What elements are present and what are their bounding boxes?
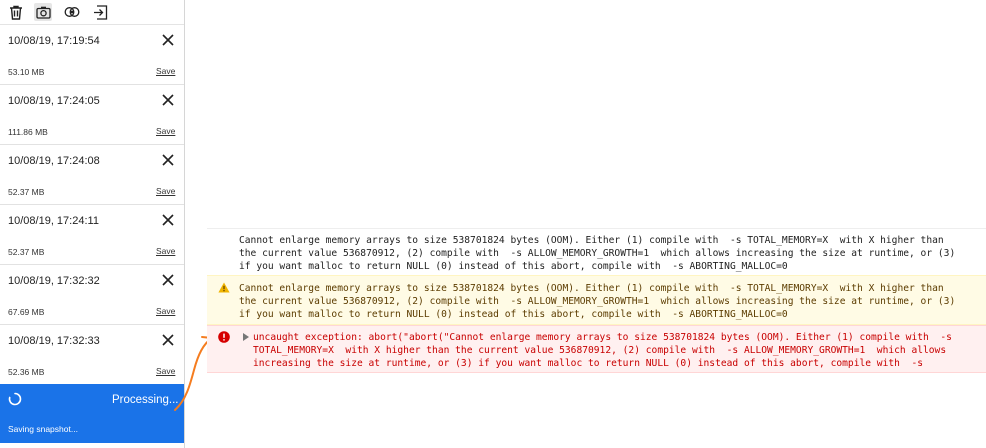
- save-link[interactable]: Save: [156, 66, 175, 76]
- snapshot-size: 111.86 MB: [8, 127, 48, 137]
- snapshot-item[interactable]: 10/08/19, 17:32:32 67.69 MB Save: [0, 265, 184, 325]
- close-icon[interactable]: [161, 33, 175, 47]
- snapshot-time: 10/08/19, 17:19:54: [8, 35, 100, 47]
- console-error-message[interactable]: uncaught exception: abort("abort("Cannot…: [207, 325, 986, 373]
- warning-icon: [218, 282, 230, 293]
- close-icon[interactable]: [161, 273, 175, 287]
- processing-label: Processing...: [112, 394, 179, 406]
- close-icon[interactable]: [161, 213, 175, 227]
- snapshot-sidebar: 10/08/19, 17:19:54 53.10 MB Save 10/08/1…: [0, 0, 185, 448]
- snapshot-time: 10/08/19, 17:24:11: [8, 215, 99, 227]
- close-icon[interactable]: [161, 153, 175, 167]
- message-line: Cannot enlarge memory arrays to size 538…: [239, 235, 944, 246]
- message-line: if you want malloc to return NULL (0) in…: [239, 309, 788, 320]
- snapshot-size: 67.69 MB: [8, 307, 45, 317]
- message-line: uncaught exception: abort("abort("Cannot…: [253, 332, 952, 343]
- console-log-message: Cannot enlarge memory arrays to size 538…: [207, 228, 986, 275]
- compare-icon[interactable]: [63, 3, 81, 21]
- message-line: increasing the size at runtime, or (3) i…: [253, 358, 924, 369]
- message-line: the current value 536870912, (2) compile…: [239, 296, 956, 307]
- save-link[interactable]: Save: [156, 246, 175, 256]
- snapshot-size: 52.36 MB: [8, 367, 45, 377]
- error-icon: [218, 331, 230, 343]
- snapshot-toolbar: [0, 0, 184, 25]
- camera-icon[interactable]: [34, 3, 52, 21]
- snapshot-item[interactable]: 10/08/19, 17:19:54 53.10 MB Save: [0, 25, 184, 85]
- console-panel: Cannot enlarge memory arrays to size 538…: [207, 228, 986, 373]
- save-link[interactable]: Save: [156, 126, 175, 136]
- snapshot-time: 10/08/19, 17:32:33: [8, 335, 100, 347]
- export-icon[interactable]: [91, 3, 109, 21]
- trash-icon[interactable]: [7, 3, 25, 21]
- snapshot-time: 10/08/19, 17:24:05: [8, 95, 100, 107]
- snapshot-item[interactable]: 10/08/19, 17:24:11 52.37 MB Save: [0, 205, 184, 265]
- message-line: TOTAL_MEMORY=X with X higher than the cu…: [253, 345, 947, 356]
- snapshot-list: 10/08/19, 17:19:54 53.10 MB Save 10/08/1…: [0, 25, 184, 385]
- message-line: if you want malloc to return NULL (0) in…: [239, 261, 788, 272]
- close-icon[interactable]: [161, 93, 175, 107]
- console-warning-message: Cannot enlarge memory arrays to size 538…: [207, 275, 986, 325]
- spinner-icon: [8, 392, 22, 406]
- processing-subtitle: Saving snapshot...: [8, 424, 78, 434]
- expand-triangle-icon[interactable]: [243, 333, 249, 341]
- snapshot-size: 52.37 MB: [8, 247, 45, 257]
- snapshot-time: 10/08/19, 17:32:32: [8, 275, 100, 287]
- snapshot-item[interactable]: 10/08/19, 17:24:08 52.37 MB Save: [0, 145, 184, 205]
- snapshot-size: 53.10 MB: [8, 67, 45, 77]
- message-line: Cannot enlarge memory arrays to size 538…: [239, 283, 944, 294]
- save-link[interactable]: Save: [156, 306, 175, 316]
- snapshot-size: 52.37 MB: [8, 187, 45, 197]
- snapshot-item[interactable]: 10/08/19, 17:24:05 111.86 MB Save: [0, 85, 184, 145]
- snapshot-time: 10/08/19, 17:24:08: [8, 155, 100, 167]
- message-line: the current value 536870912, (2) compile…: [239, 248, 956, 259]
- processing-item: Processing... Saving snapshot...: [0, 384, 184, 443]
- snapshot-item[interactable]: 10/08/19, 17:32:33 52.36 MB Save: [0, 325, 184, 385]
- save-link[interactable]: Save: [156, 186, 175, 196]
